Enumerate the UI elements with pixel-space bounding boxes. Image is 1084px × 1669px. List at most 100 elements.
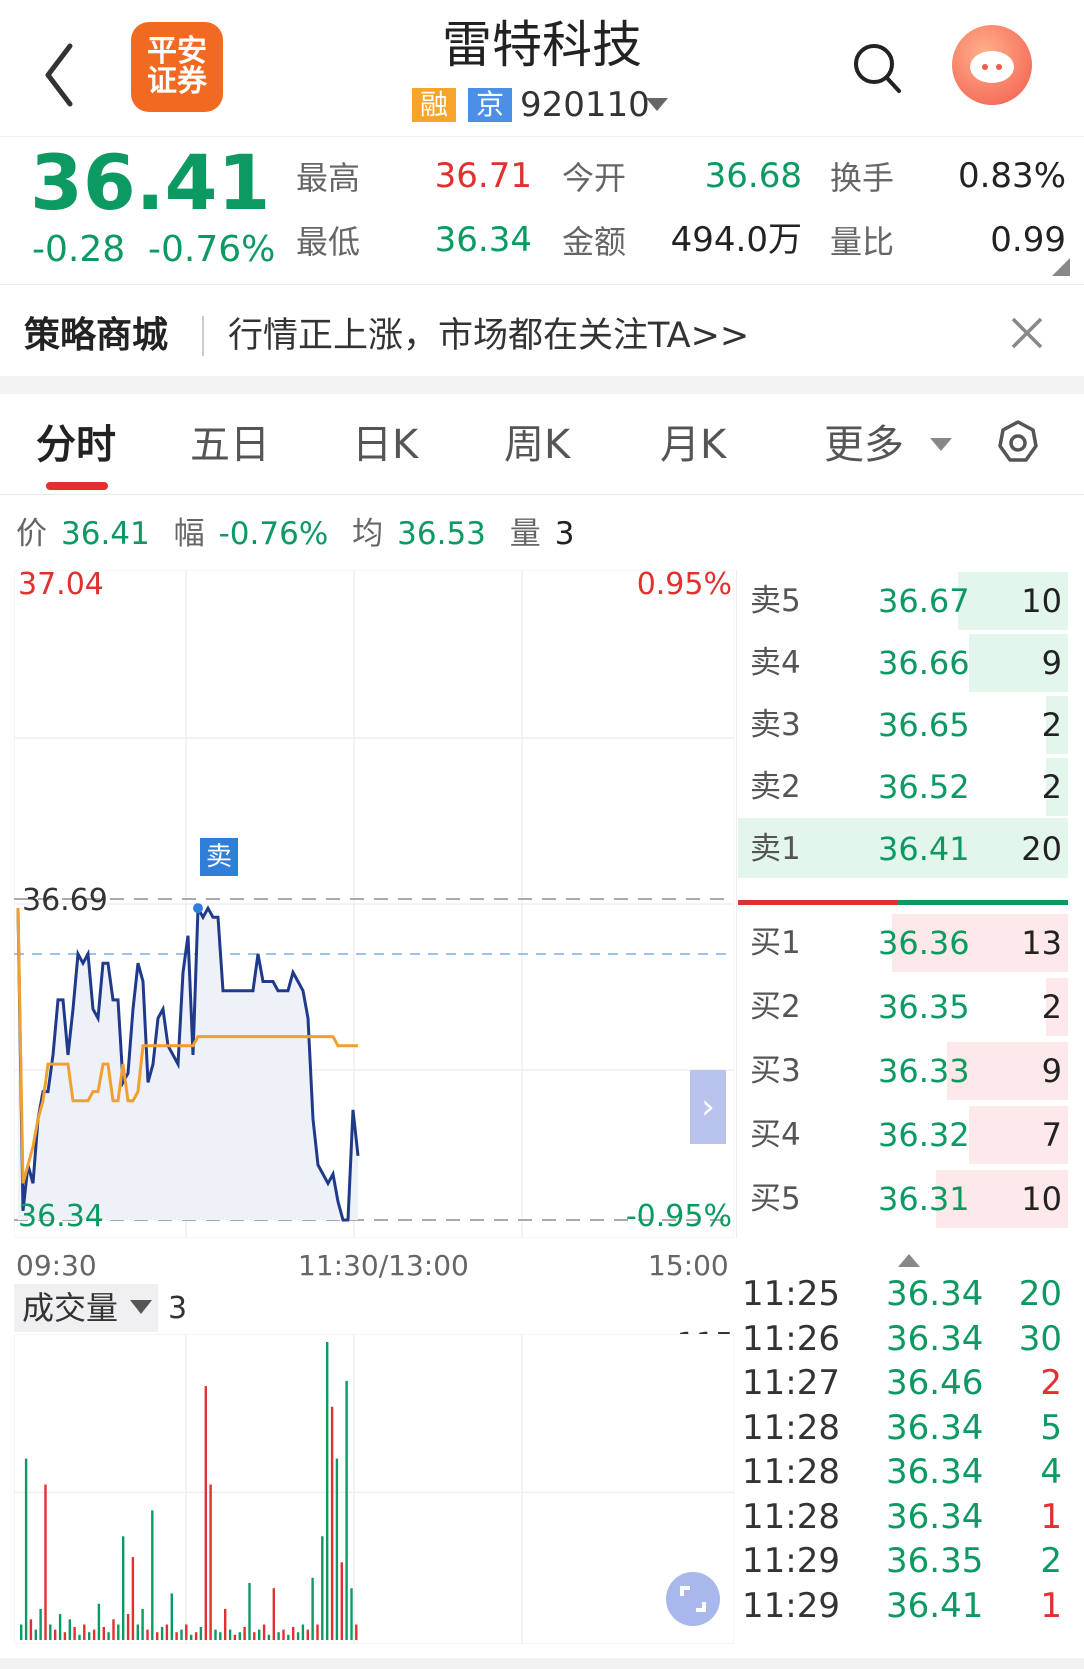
bid-row-1[interactable]: 买1 36.36 13: [738, 912, 1068, 972]
close-icon[interactable]: [1010, 316, 1044, 350]
high-value: 36.71: [434, 156, 532, 196]
volume-bar: [287, 1634, 290, 1640]
volume-bar: [146, 1629, 149, 1640]
fullscreen-icon[interactable]: [666, 1572, 720, 1626]
turnover-value: 0.83%: [957, 156, 1066, 196]
tab-daily-k[interactable]: 日K: [352, 420, 418, 470]
tick-volume: 1: [1040, 1585, 1062, 1626]
margin-tag: 融: [412, 88, 456, 122]
orderbook-level-label: 买4: [750, 1117, 801, 1153]
section-gap: [0, 376, 1084, 394]
search-icon[interactable]: [852, 42, 902, 94]
tick-price: 36.35: [886, 1541, 984, 1581]
tab-more[interactable]: 更多: [824, 420, 904, 470]
volume-bar: [180, 1629, 183, 1640]
orderbook-price: 36.35: [878, 988, 970, 1026]
volume-bar: [238, 1632, 241, 1640]
bid-row-3[interactable]: 买3 36.33 9: [738, 1040, 1068, 1100]
orderbook-volume: 2: [1041, 988, 1062, 1026]
volume-bar: [253, 1632, 256, 1640]
volume-bar: [306, 1629, 309, 1640]
orderbook-volume: 2: [1041, 768, 1062, 806]
orderbook-volume: 10: [1021, 582, 1062, 620]
stock-title: 雷特科技: [442, 16, 642, 74]
volume-bar: [92, 1629, 96, 1640]
current-price: 36.41: [30, 138, 271, 227]
caret-down-icon[interactable]: [930, 438, 952, 451]
tick-volume: 5: [1040, 1407, 1062, 1448]
volume-bar: [345, 1380, 348, 1640]
tick-row: 11:29 36.41 1: [742, 1584, 1068, 1629]
caret-down-icon[interactable]: [646, 98, 668, 111]
volume-chart: [14, 1334, 734, 1644]
volume-bar: [330, 1406, 334, 1640]
tick-price: 36.34: [886, 1452, 984, 1492]
intraday-chart[interactable]: [14, 570, 734, 1238]
tab-five-day[interactable]: 五日: [190, 420, 270, 470]
tick-time: 11:27: [742, 1363, 840, 1403]
chevron-left-icon[interactable]: [44, 40, 74, 110]
assistant-avatar-icon[interactable]: [952, 25, 1032, 105]
volume-bar: [214, 1629, 217, 1640]
caret-down-icon[interactable]: [130, 1300, 152, 1314]
volume-bar: [68, 1619, 71, 1640]
volume-bar: [199, 1627, 203, 1640]
volume-value: 3: [168, 1291, 188, 1326]
stock-code[interactable]: 920110: [520, 84, 650, 126]
orderbook-price: 36.36: [878, 924, 970, 962]
exchange-tag: 京: [468, 88, 512, 122]
orderbook-price: 36.66: [878, 644, 970, 682]
ask-row-2[interactable]: 卖4 36.66 9: [738, 632, 1068, 692]
tick-time: 11:25: [742, 1274, 840, 1314]
time-start: 09:30: [16, 1249, 97, 1282]
orderbook-level-label: 买3: [750, 1053, 801, 1089]
bid-row-4[interactable]: 买4 36.32 7: [738, 1104, 1068, 1164]
tick-volume: 2: [1040, 1541, 1062, 1581]
volume-bar: [282, 1629, 285, 1640]
gear-icon[interactable]: [996, 420, 1040, 464]
banner-text[interactable]: 行情正上涨，市场都在关注TA>>: [228, 314, 749, 358]
volume-bar: [228, 1629, 232, 1640]
volume-bar: [102, 1627, 105, 1640]
orderbook-volume: 13: [1021, 924, 1062, 962]
volume-bar: [131, 1557, 135, 1640]
low-value: 36.34: [434, 220, 532, 260]
volume-bar: [301, 1624, 305, 1640]
volume-bar: [224, 1608, 227, 1640]
orderbook-level-label: 买2: [750, 989, 801, 1025]
volume-bar: [88, 1632, 91, 1640]
volume-bar: [112, 1619, 115, 1640]
caret-up-icon[interactable]: [898, 1254, 920, 1267]
ask-row-3[interactable]: 卖3 36.65 2: [738, 694, 1068, 754]
volume-bar: [20, 1624, 23, 1640]
bid-row-5[interactable]: 买5 36.31 10: [738, 1168, 1068, 1228]
tab-monthly-k[interactable]: 月K: [660, 420, 726, 470]
chevron-right-icon[interactable]: ›: [690, 1070, 726, 1144]
ask-row-5[interactable]: 卖1 36.41 20: [738, 818, 1068, 878]
info-range-label: 幅: [173, 516, 205, 552]
orderbook-price: 36.31: [878, 1180, 970, 1218]
tick-row: 11:28 36.34 5: [742, 1406, 1068, 1451]
volume-bar: [151, 1510, 154, 1640]
tick-row: 11:25 36.34 20: [742, 1272, 1068, 1317]
volume-bar: [316, 1624, 319, 1640]
tab-weekly-k[interactable]: 周K: [504, 420, 570, 470]
bid-row-2[interactable]: 买2 36.35 2: [738, 976, 1068, 1036]
volume-selector-label[interactable]: 成交量: [22, 1288, 118, 1328]
tick-price: 36.34: [886, 1496, 984, 1537]
banner-title[interactable]: 策略商城: [24, 314, 168, 358]
volume-bar: [243, 1627, 246, 1640]
tick-time: 11:28: [742, 1407, 840, 1448]
volume-bar: [54, 1629, 57, 1640]
divider: [0, 284, 1084, 285]
sell-marker-badge[interactable]: 卖: [200, 838, 238, 876]
volume-bar: [73, 1627, 76, 1640]
ask-row-1[interactable]: 卖5 36.67 10: [738, 570, 1068, 630]
expand-corner-icon[interactable]: [1052, 258, 1070, 276]
info-vol-label: 量: [509, 516, 541, 552]
orderbook-level-label: 卖2: [750, 769, 801, 805]
info-range: -0.76%: [218, 516, 329, 552]
tab-intraday[interactable]: 分时: [36, 420, 116, 470]
volume-bar: [350, 1588, 353, 1640]
ask-row-4[interactable]: 卖2 36.52 2: [738, 756, 1068, 816]
